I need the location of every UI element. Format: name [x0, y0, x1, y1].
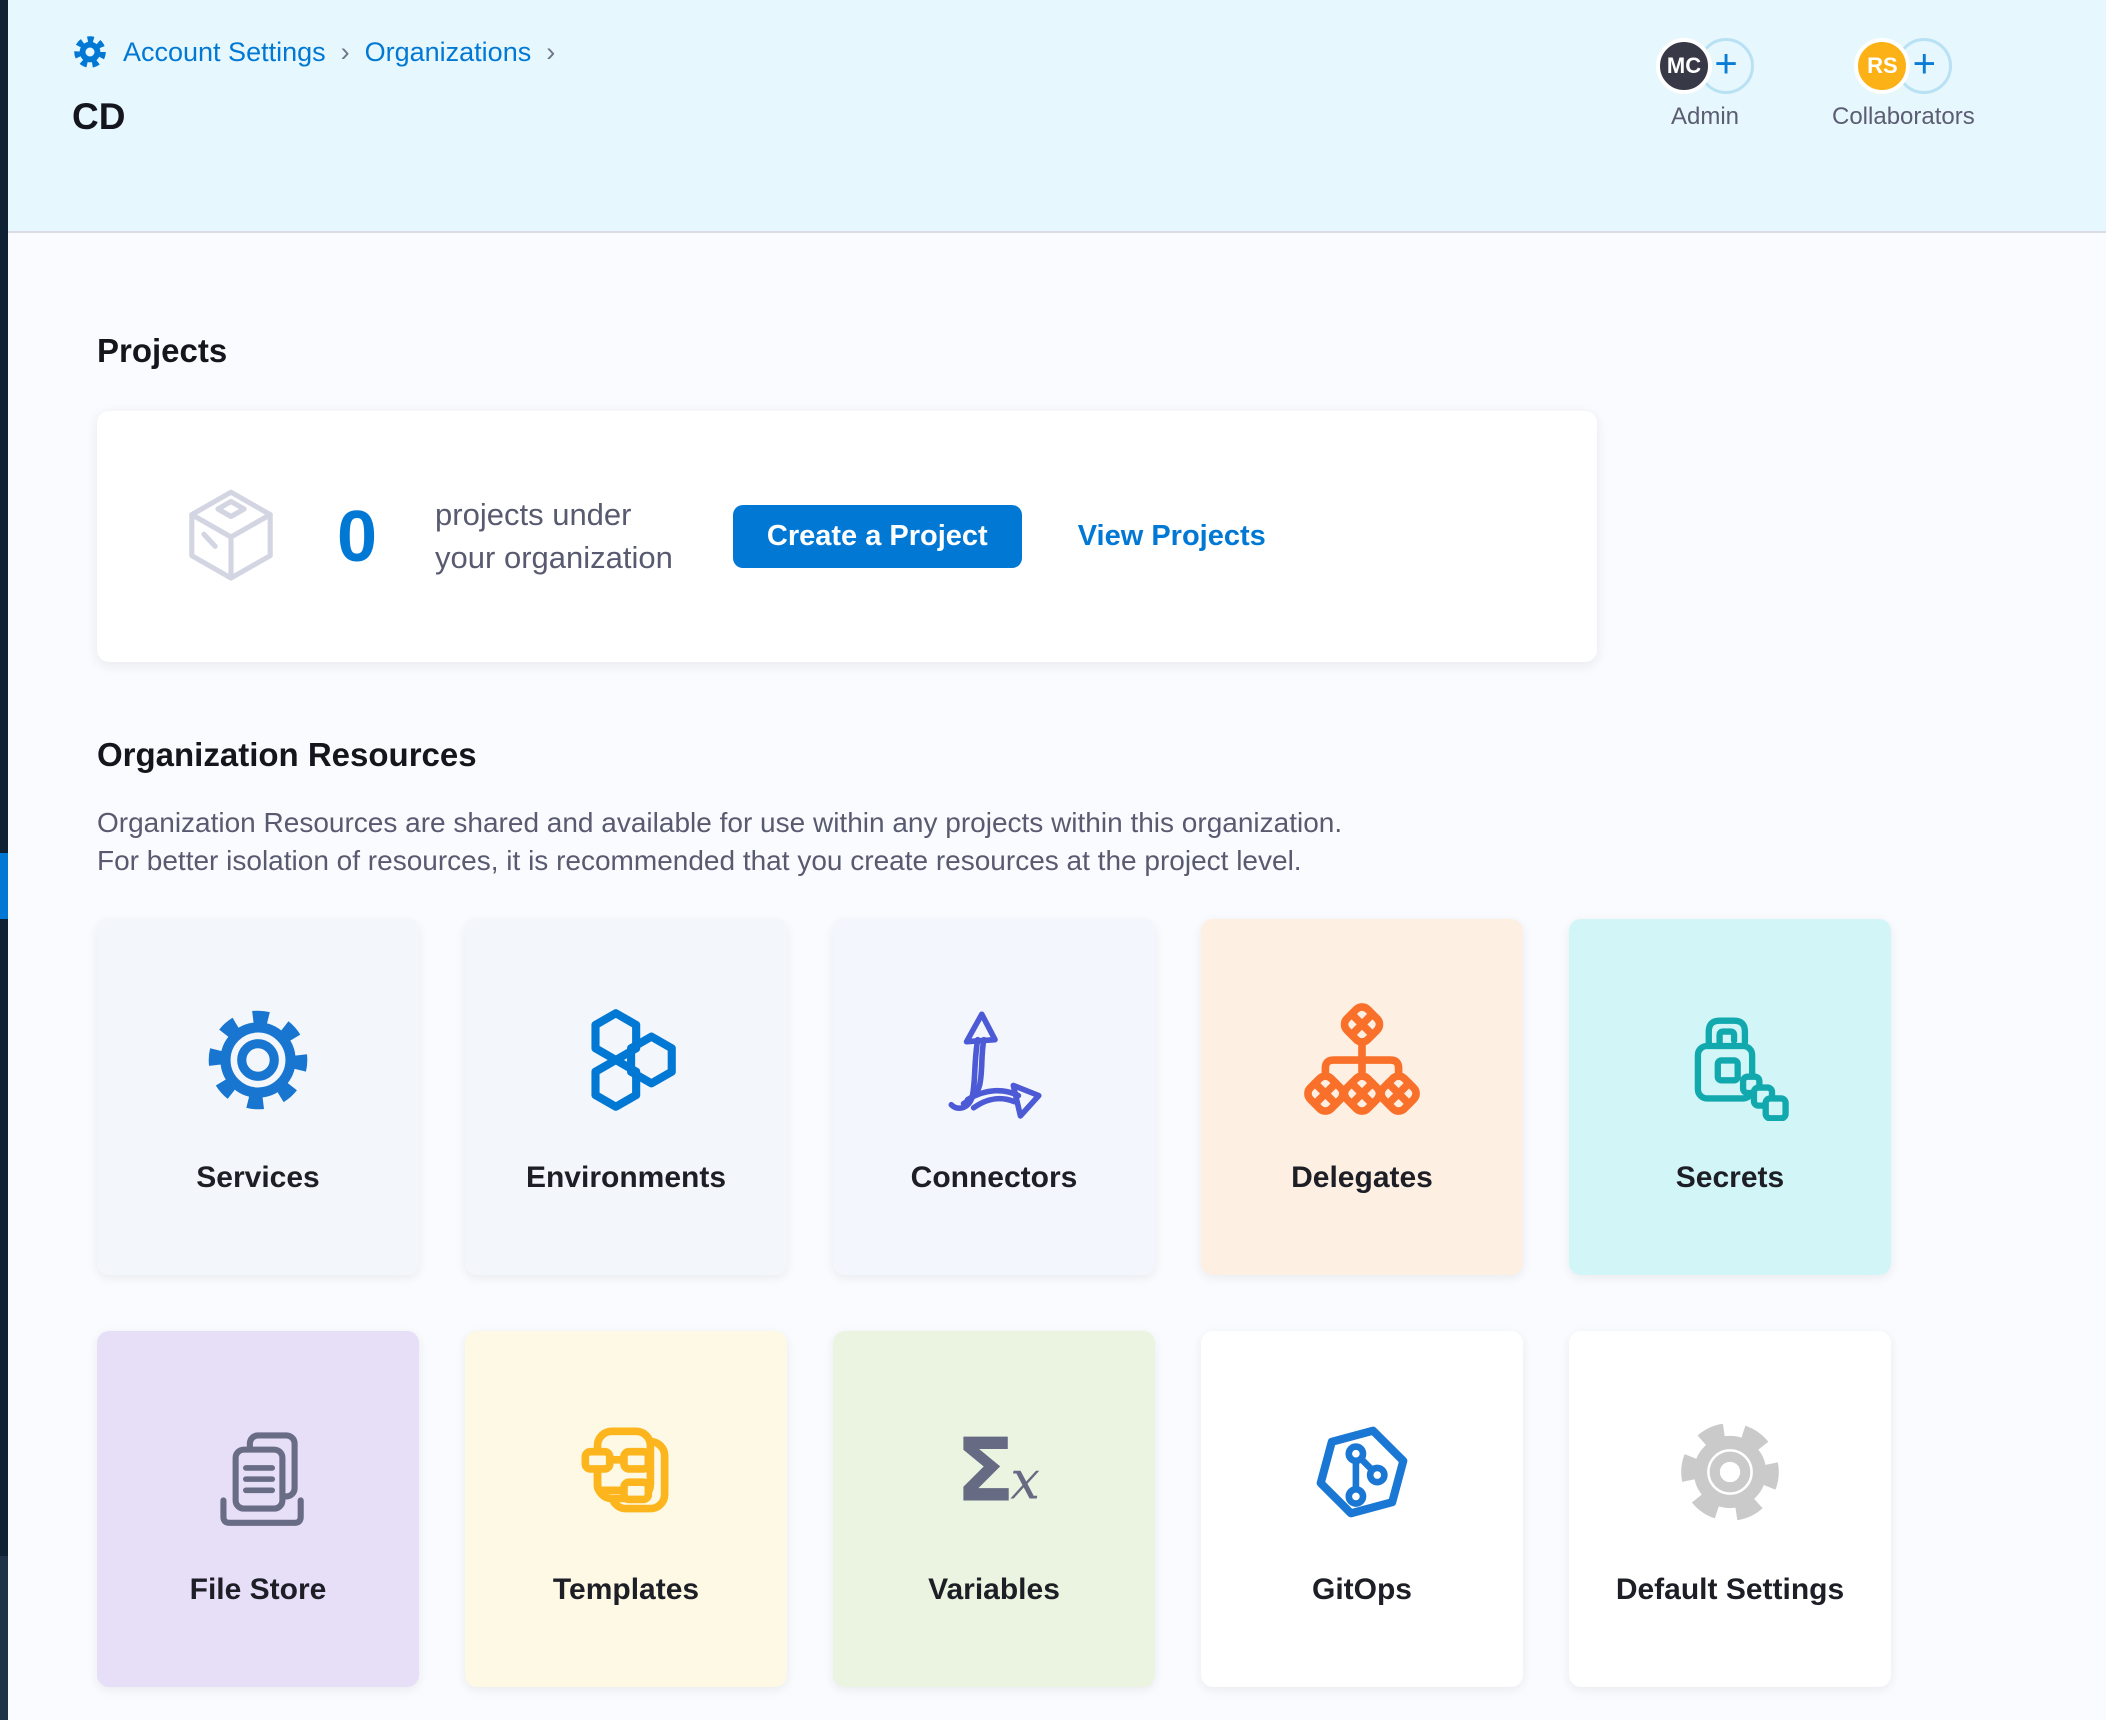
sidebar-active-indicator	[0, 853, 8, 919]
resources-heading: Organization Resources	[97, 736, 477, 774]
collapsed-sidebar[interactable]	[0, 0, 8, 1720]
resources-description-line-1: Organization Resources are shared and av…	[97, 807, 1342, 838]
resource-card-default-settings[interactable]: Default Settings	[1569, 1331, 1891, 1687]
page-header: Account Settings › Organizations › CD MC…	[8, 0, 2106, 233]
chevron-right-icon: ›	[546, 37, 555, 68]
collaborators-label: Collaborators	[1832, 103, 1975, 131]
gitops-branch-icon	[1301, 1411, 1423, 1533]
resource-card-connectors[interactable]: Connectors	[833, 919, 1155, 1275]
resource-card-delegates[interactable]: Delegates	[1201, 919, 1523, 1275]
resources-description-line-2: For better isolation of resources, it is…	[97, 845, 1302, 876]
connectors-arrows-icon	[933, 999, 1055, 1121]
admin-avatar[interactable]: MC	[1656, 38, 1712, 94]
resource-card-secrets[interactable]: Secrets	[1569, 919, 1891, 1275]
breadcrumb-account-settings[interactable]: Account Settings	[123, 37, 326, 68]
projects-heading: Projects	[97, 332, 227, 370]
resource-card-gitops[interactable]: GitOps	[1201, 1331, 1523, 1687]
admin-label: Admin	[1671, 103, 1739, 131]
view-projects-link[interactable]: View Projects	[1078, 520, 1266, 553]
default-settings-gear-icon	[1669, 1411, 1791, 1533]
resource-card-variables[interactable]: Variables	[833, 1331, 1155, 1687]
resource-card-templates[interactable]: Templates	[465, 1331, 787, 1687]
admin-group: MC Admin	[1656, 38, 1754, 131]
create-project-button[interactable]: Create a Project	[733, 505, 1022, 568]
variables-sigma-icon	[933, 1411, 1055, 1533]
projects-summary-card: 0 projects under your organization Creat…	[97, 411, 1597, 662]
environments-hexagons-icon	[565, 999, 687, 1121]
breadcrumb: Account Settings › Organizations ›	[72, 34, 555, 70]
sidebar-bottom-segment	[0, 1556, 8, 1720]
cube-icon	[175, 481, 287, 593]
project-count-caption: projects under your organization	[435, 494, 673, 580]
caption-line-1: projects under	[435, 497, 631, 532]
resource-card-services[interactable]: Services	[97, 919, 419, 1275]
delegates-nodes-icon	[1301, 999, 1423, 1121]
page-title: CD	[72, 96, 125, 138]
collaborator-avatar[interactable]: RS	[1854, 38, 1910, 94]
resource-card-file-store[interactable]: File Store	[97, 1331, 419, 1687]
settings-gear-icon	[72, 34, 108, 70]
file-store-icon	[197, 1411, 319, 1533]
services-gear-icon	[197, 999, 319, 1121]
caption-line-2: your organization	[435, 540, 673, 575]
secrets-lock-icon	[1669, 999, 1791, 1121]
resources-description: Organization Resources are shared and av…	[97, 804, 1342, 880]
chevron-right-icon: ›	[341, 37, 350, 68]
resource-card-environments[interactable]: Environments	[465, 919, 787, 1275]
collaborators-group: RS Collaborators	[1832, 38, 1975, 131]
project-count: 0	[337, 496, 377, 578]
resources-grid: Services Environments Connectors Delegat…	[97, 919, 1891, 1687]
breadcrumb-organizations[interactable]: Organizations	[365, 37, 532, 68]
templates-icon	[565, 1411, 687, 1533]
